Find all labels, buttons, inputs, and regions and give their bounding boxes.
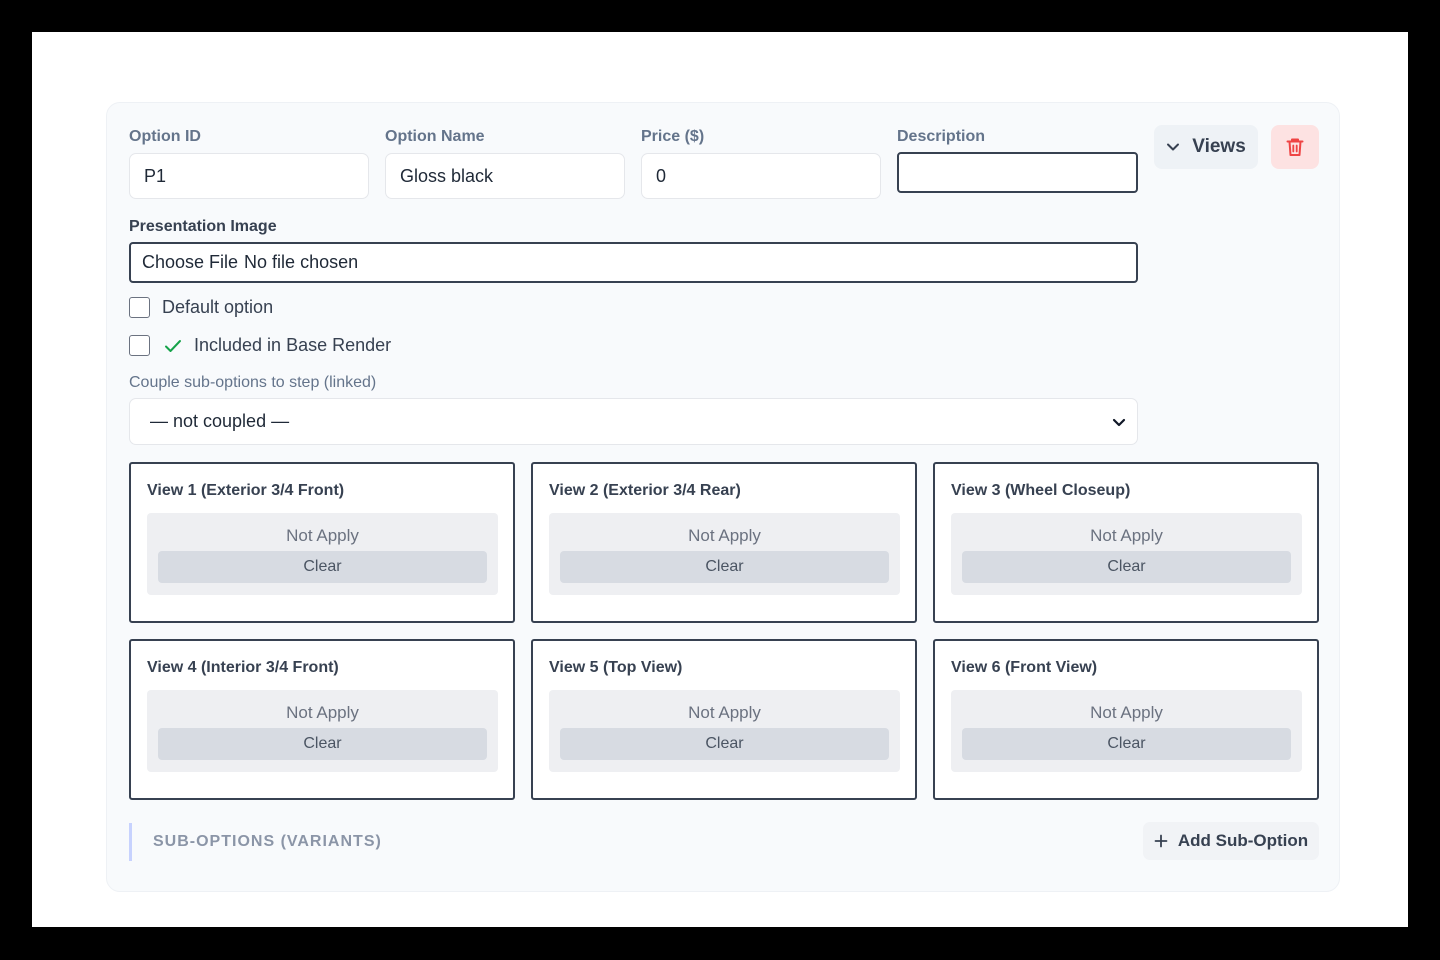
couple-label: Couple sub-options to step (linked): [129, 374, 377, 391]
clear-button[interactable]: Clear: [560, 551, 889, 583]
check-icon: [165, 339, 181, 352]
views-button-label: Views: [1192, 136, 1246, 157]
price-input[interactable]: 0: [641, 153, 881, 199]
add-sub-option-label: Add Sub-Option: [1177, 831, 1309, 850]
option-name-label: Option Name: [385, 128, 485, 145]
view-title: View 1 (Exterior 3/4 Front): [147, 482, 345, 499]
view-status-panel: Not Apply Clear: [549, 690, 900, 772]
price-label: Price ($): [641, 128, 705, 145]
canvas: Option ID Option Name Price ($) Descript…: [32, 32, 1408, 927]
view-status: Not Apply: [286, 703, 359, 722]
view-card: View 2 (Exterior 3/4 Rear) Not Apply Cle…: [531, 462, 917, 623]
view-card: View 4 (Interior 3/4 Front) Not Apply Cl…: [129, 639, 515, 800]
clear-button[interactable]: Clear: [158, 728, 487, 760]
view-title: View 5 (Top View): [549, 659, 683, 676]
view-title: View 4 (Interior 3/4 Front): [147, 659, 339, 676]
presentation-image-file-input[interactable]: Choose File No file chosen: [129, 242, 1138, 283]
sub-options-heading: SUB-OPTIONS (VARIANTS): [129, 823, 382, 861]
view-card: View 6 (Front View) Not Apply Clear: [933, 639, 1319, 800]
view-status: Not Apply: [1090, 703, 1163, 722]
couple-select[interactable]: — not coupled —: [129, 398, 1138, 445]
base-render-label: Included in Base Render: [194, 335, 392, 355]
option-name-input[interactable]: Gloss black: [385, 153, 625, 199]
view-card: View 3 (Wheel Closeup) Not Apply Clear: [933, 462, 1319, 623]
view-card: View 1 (Exterior 3/4 Front) Not Apply Cl…: [129, 462, 515, 623]
delete-option-button[interactable]: [1271, 125, 1319, 169]
clear-button[interactable]: Clear: [962, 728, 1291, 760]
choose-file-button[interactable]: Choose File: [142, 252, 238, 273]
chevron-down-icon: [1112, 418, 1126, 426]
clear-button[interactable]: Clear: [158, 551, 487, 583]
view-card: View 5 (Top View) Not Apply Clear: [531, 639, 917, 800]
file-status-text: No file chosen: [244, 252, 359, 272]
trash-icon: [1286, 138, 1304, 156]
couple-selected-value: — not coupled —: [150, 411, 290, 431]
option-id-label: Option ID: [129, 128, 201, 145]
view-status-panel: Not Apply Clear: [147, 513, 498, 595]
clear-button[interactable]: Clear: [962, 551, 1291, 583]
option-id-input[interactable]: P1: [129, 153, 369, 199]
view-status: Not Apply: [688, 703, 761, 722]
option-card: Option ID Option Name Price ($) Descript…: [106, 102, 1340, 892]
view-title: View 3 (Wheel Closeup): [951, 482, 1131, 499]
description-label: Description: [897, 128, 986, 145]
view-title: View 2 (Exterior 3/4 Rear): [549, 482, 741, 499]
view-status-panel: Not Apply Clear: [951, 690, 1302, 772]
base-render-row: Included in Base Render: [129, 335, 391, 356]
default-option-row: Default option: [129, 297, 273, 318]
view-status: Not Apply: [1090, 526, 1163, 545]
presentation-image-label: Presentation Image: [129, 218, 277, 235]
view-status-panel: Not Apply Clear: [147, 690, 498, 772]
view-status: Not Apply: [286, 526, 359, 545]
view-status: Not Apply: [688, 526, 761, 545]
clear-button[interactable]: Clear: [560, 728, 889, 760]
chevron-down-icon: [1167, 143, 1180, 151]
base-render-checkbox[interactable]: [129, 335, 150, 356]
add-sub-option-button[interactable]: Add Sub-Option: [1143, 822, 1319, 860]
plus-icon: [1154, 834, 1168, 848]
view-title: View 6 (Front View): [951, 659, 1098, 676]
description-input[interactable]: [897, 152, 1138, 193]
view-status-panel: Not Apply Clear: [549, 513, 900, 595]
default-option-checkbox[interactable]: [129, 297, 150, 318]
views-toggle-button[interactable]: Views: [1154, 125, 1258, 169]
default-option-label: Default option: [162, 297, 274, 317]
view-status-panel: Not Apply Clear: [951, 513, 1302, 595]
